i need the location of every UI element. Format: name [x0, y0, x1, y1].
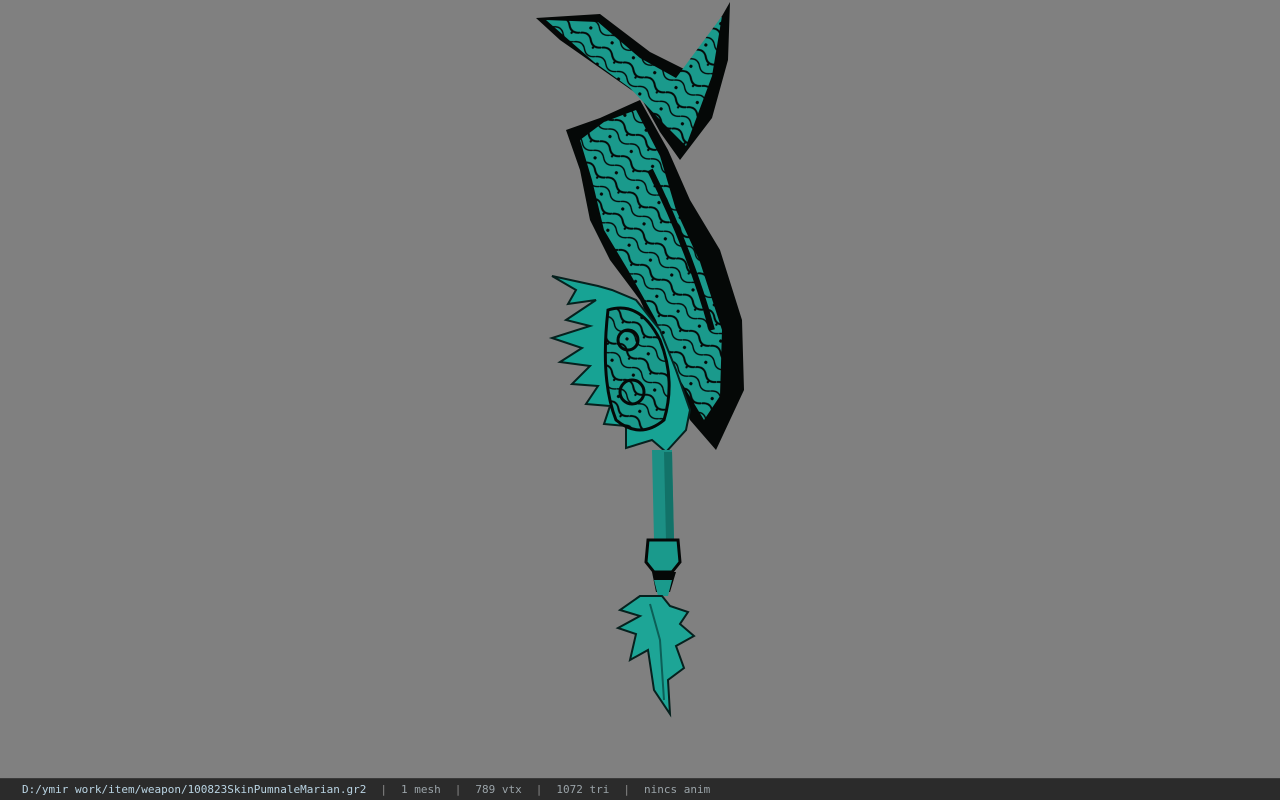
- separator: |: [454, 783, 462, 796]
- weapon-model-render: [536, 2, 744, 718]
- handle: [644, 450, 682, 596]
- mesh-count: 1 mesh: [401, 783, 441, 796]
- status-bar: D:/ymir work/item/weapon/100823SkinPumna…: [0, 778, 1280, 800]
- triangle-count: 1072 tri: [556, 783, 610, 796]
- vertex-count: 789 vtx: [475, 783, 522, 796]
- 3d-viewport[interactable]: [0, 0, 1280, 778]
- file-path: D:/ymir work/item/weapon/100823SkinPumna…: [22, 783, 367, 796]
- separator: |: [623, 783, 630, 796]
- tassel: [615, 595, 696, 718]
- separator: |: [380, 783, 387, 796]
- separator: |: [535, 783, 543, 796]
- animation-status: nincs anim: [643, 783, 711, 796]
